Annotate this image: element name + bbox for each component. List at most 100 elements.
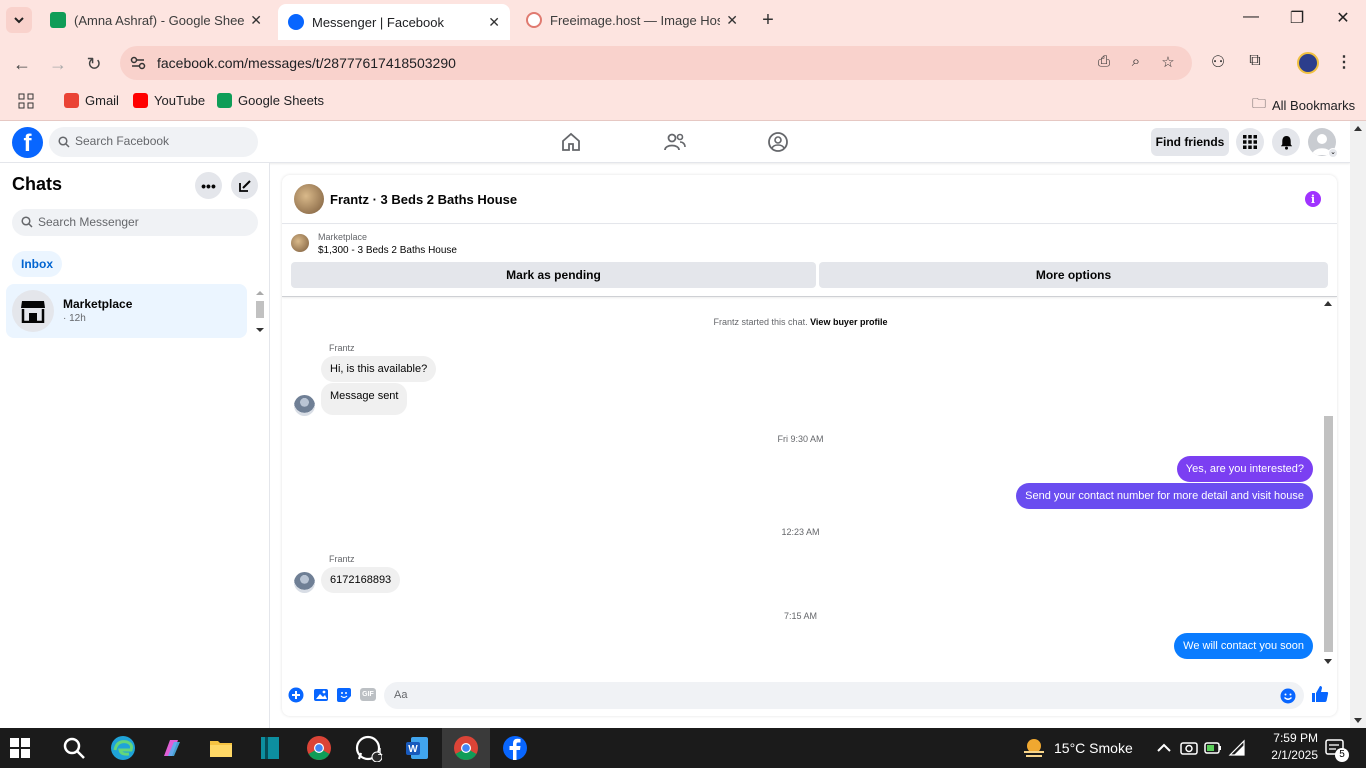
new-tab-button[interactable]: + <box>756 8 780 32</box>
photo-icon[interactable] <box>313 687 329 703</box>
facebook-search[interactable] <box>49 127 258 157</box>
incoming-message[interactable]: Message sent <box>321 383 408 415</box>
search-icon[interactable] <box>60 734 88 762</box>
close-tab-icon[interactable]: ✕ <box>250 12 262 29</box>
inbox-filter[interactable]: Inbox <box>12 251 62 277</box>
home-icon[interactable] <box>559 130 583 154</box>
bookmarks-bar: Gmail YouTube Google Sheets 🗀 All Bookma… <box>0 86 1366 121</box>
bookmark-label: Google Sheets <box>238 93 325 108</box>
plus-circle-icon[interactable] <box>288 687 304 703</box>
tab-google-sheets[interactable]: (Amna Ashraf) - Google Sheets ✕ <box>40 4 272 36</box>
incoming-message[interactable]: 6172168893 <box>321 567 401 593</box>
weather-smoke-icon[interactable] <box>1020 734 1048 762</box>
thumbs-up-icon[interactable] <box>1311 685 1329 703</box>
find-friends-label: Find friends <box>1155 135 1225 149</box>
clock[interactable]: 7:59 PM 2/1/2025 <box>1256 730 1318 766</box>
bookmark-youtube[interactable]: YouTube <box>133 93 205 108</box>
apps-icon[interactable] <box>18 93 34 109</box>
ellipsis-icon: ••• <box>201 177 216 194</box>
buyer-avatar[interactable] <box>294 395 315 416</box>
sticker-icon[interactable] <box>336 687 352 703</box>
message-thread: Frantz started this chat. View buyer pro… <box>282 298 1337 674</box>
outgoing-message[interactable]: Yes, are you interested? <box>1176 456 1313 482</box>
mark-as-pending-button[interactable]: Mark as pending <box>291 262 816 288</box>
bookmark-google-sheets[interactable]: Google Sheets <box>217 93 324 108</box>
facebook-app-icon[interactable] <box>501 734 529 762</box>
facebook-logo[interactable]: f <box>12 127 43 158</box>
bookmark-gmail[interactable]: Gmail <box>64 93 119 108</box>
extensions-icon[interactable]: ⧉ <box>1244 52 1266 74</box>
install-app-icon[interactable]: ⎙ <box>1094 53 1114 73</box>
chats-options-button[interactable]: ••• <box>195 172 222 199</box>
gif-icon[interactable]: GIF <box>360 688 376 701</box>
listing-title[interactable]: $1,300 - 3 Beds 2 Baths House <box>318 245 457 256</box>
buyer-avatar[interactable] <box>294 572 315 593</box>
outgoing-message[interactable]: Send your contact number for more detail… <box>1016 483 1313 509</box>
profile-avatar[interactable] <box>1297 52 1319 74</box>
more-options-button[interactable]: More options <box>819 262 1328 288</box>
chevron-up-icon[interactable] <box>1156 740 1172 756</box>
close-window-button[interactable]: ✕ <box>1320 8 1366 28</box>
site-settings-icon[interactable] <box>128 53 148 73</box>
app-icon[interactable] <box>256 734 284 762</box>
incoming-message[interactable]: Hi, is this available? <box>321 356 437 382</box>
thread-scrollbar[interactable] <box>1321 298 1335 674</box>
restore-button[interactable]: ❐ <box>1274 8 1320 28</box>
tab-search-button[interactable] <box>6 7 32 33</box>
scrollbar-thumb[interactable] <box>1324 416 1333 652</box>
camera-icon[interactable] <box>1180 739 1198 757</box>
sidebar-scrollbar[interactable] <box>254 288 266 336</box>
windows-start-icon[interactable] <box>10 738 30 758</box>
find-friends-button[interactable]: Find friends <box>1151 128 1229 156</box>
groups-icon[interactable] <box>766 130 790 154</box>
conversation-title[interactable]: Frantz · 3 Beds 2 Baths House <box>330 192 517 207</box>
word-icon[interactable]: W <box>403 734 431 762</box>
new-message-button[interactable] <box>231 172 258 199</box>
minimize-button[interactable]: — <box>1228 8 1274 26</box>
copilot-icon[interactable] <box>158 734 186 762</box>
all-bookmarks-button[interactable]: 🗀 All Bookmarks <box>1252 93 1355 117</box>
friends-icon[interactable] <box>663 130 687 154</box>
browser-toolbar: ← → ↻ facebook.com/messages/t/2877761741… <box>0 40 1366 86</box>
chrome-icon[interactable] <box>305 734 333 762</box>
chat-list-item[interactable]: Marketplace · 12h <box>6 284 247 338</box>
tab-title: Freeimage.host — Image Hostin <box>550 12 721 28</box>
whatsapp-badge: 1 <box>377 747 383 758</box>
battery-icon[interactable] <box>1204 739 1222 757</box>
messenger-search[interactable] <box>12 209 258 236</box>
emoji-icon[interactable] <box>1280 688 1296 704</box>
chat-time: · 12h <box>63 313 86 324</box>
outgoing-message[interactable]: We will contact you soon <box>1174 633 1313 659</box>
notifications-button[interactable] <box>1272 128 1300 156</box>
address-bar[interactable]: facebook.com/messages/t/2877761741850329… <box>120 46 1192 80</box>
tab-freeimage[interactable]: Freeimage.host — Image Hostin ✕ <box>516 4 748 36</box>
bookmark-star-icon[interactable]: ☆ <box>1158 53 1178 73</box>
tab-messenger[interactable]: Messenger | Facebook ✕ <box>278 4 510 40</box>
more-menu-icon[interactable]: ⋮ <box>1333 52 1355 74</box>
back-button[interactable]: ← <box>10 52 34 76</box>
folder-icon: 🗀 <box>1252 95 1266 111</box>
wifi-icon[interactable] <box>1228 739 1246 757</box>
message-input-box[interactable] <box>384 682 1304 709</box>
menu-button[interactable] <box>1236 128 1264 156</box>
close-tab-icon[interactable]: ✕ <box>726 12 738 29</box>
edge-icon[interactable] <box>109 734 137 762</box>
messenger-search-input[interactable] <box>38 215 248 229</box>
view-buyer-profile-link[interactable]: View buyer profile <box>810 317 887 327</box>
message-input[interactable] <box>394 689 1254 701</box>
account-chevron-icon[interactable]: ⌄ <box>1328 148 1338 158</box>
info-icon[interactable]: i <box>1305 191 1321 207</box>
reload-button[interactable]: ↻ <box>82 52 106 76</box>
page-scrollbar[interactable] <box>1350 121 1366 728</box>
forward-button[interactable]: → <box>46 52 70 76</box>
facebook-search-input[interactable] <box>75 134 250 148</box>
storefront-icon <box>21 301 45 323</box>
listing-avatar[interactable] <box>294 184 324 214</box>
gemini-icon[interactable]: ⚇ <box>1207 52 1229 74</box>
close-tab-icon[interactable]: ✕ <box>488 14 500 31</box>
file-explorer-icon[interactable] <box>207 734 235 762</box>
weather-text[interactable]: 15°C Smoke <box>1054 728 1133 768</box>
listing-thumbnail[interactable] <box>291 234 309 252</box>
zoom-icon[interactable]: ⌕ <box>1126 53 1146 73</box>
chrome-active-icon[interactable] <box>452 734 480 762</box>
